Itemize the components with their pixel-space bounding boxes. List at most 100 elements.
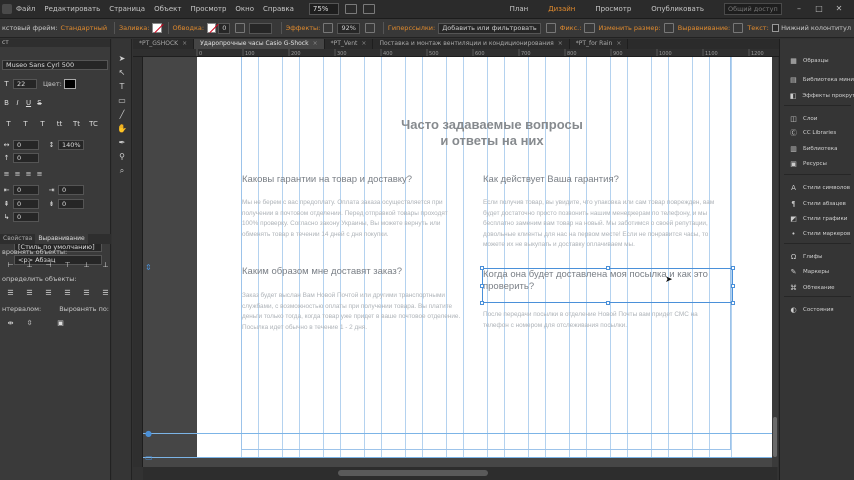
- link-icon[interactable]: [545, 23, 556, 33]
- answer-3-text[interactable]: Заказ будет выслан Вам Новой Почтой или …: [242, 291, 470, 333]
- scroll-thumb[interactable]: [773, 417, 777, 457]
- question-2-title[interactable]: Как действует Ваша гарантия?: [483, 174, 723, 186]
- horizontal-guide[interactable]: [143, 433, 777, 434]
- share-field[interactable]: Общий доступ: [724, 3, 782, 15]
- view-mode-icon[interactable]: [344, 4, 357, 14]
- italic-icon[interactable]: I: [13, 99, 22, 108]
- panel-graphic-style[interactable]: ◩ Стили графики: [780, 213, 854, 225]
- section-marker-icon[interactable]: ⇕: [145, 263, 152, 272]
- hyperlinks-select[interactable]: Добавить или фильтровать: [438, 22, 541, 34]
- resize-label[interactable]: Изменить размер:: [599, 24, 661, 32]
- panel-assets[interactable]: ▣ Ресурсы: [780, 158, 854, 170]
- panel-char-style[interactable]: A Стили символов: [780, 182, 854, 194]
- panel-markers[interactable]: ✎ Маркеры: [780, 266, 854, 278]
- tracking-field[interactable]: 0: [13, 140, 39, 150]
- dist-5-icon[interactable]: ☰: [82, 289, 91, 298]
- horizontal-guide[interactable]: [143, 457, 777, 458]
- answer-4-text[interactable]: После передачи посылки в отделение Новой…: [483, 310, 707, 331]
- resize-handle[interactable]: [480, 266, 484, 270]
- zoom-tool-icon[interactable]: ⌕: [116, 166, 128, 176]
- line-tool-icon[interactable]: ╱: [116, 110, 128, 120]
- stroke-width-field[interactable]: 0: [218, 22, 231, 34]
- direct-select-tool-icon[interactable]: ↖: [116, 68, 128, 78]
- align-icon[interactable]: [733, 23, 744, 33]
- fix-icon[interactable]: [584, 23, 595, 33]
- doc-tab[interactable]: *PT_Vent ×: [325, 39, 374, 49]
- dist-1-icon[interactable]: ☰: [6, 289, 15, 298]
- panel-cc[interactable]: Ⓒ CC Libraries: [780, 127, 854, 139]
- interval-v-icon[interactable]: ⇳: [25, 319, 34, 328]
- close-tab-icon[interactable]: ×: [313, 40, 318, 47]
- panel-glyphs[interactable]: Ω Глифы: [780, 251, 854, 263]
- close-tab-icon[interactable]: ×: [182, 40, 187, 47]
- menu-help[interactable]: Справка: [263, 5, 294, 13]
- text-frame-style[interactable]: Стандартный: [61, 24, 108, 32]
- panel-state[interactable]: ◐ Состояния: [780, 304, 854, 316]
- text-label[interactable]: Текст:: [747, 24, 768, 32]
- resize-icon[interactable]: [663, 23, 674, 33]
- close-tab-icon[interactable]: ×: [616, 40, 621, 47]
- align-center-icon[interactable]: ≡: [13, 170, 22, 179]
- eyedropper-tool-icon[interactable]: ⚲: [116, 152, 128, 162]
- align-right-icon[interactable]: ≡: [24, 170, 33, 179]
- workspace-publish[interactable]: Опубликовать: [651, 5, 704, 13]
- dist-3-icon[interactable]: ☰: [44, 289, 53, 298]
- panel-scroll[interactable]: ◧ Эффекты прокрутк: [780, 90, 854, 102]
- scroll-thumb[interactable]: [338, 470, 488, 476]
- font-family-select[interactable]: Museo Sans Cyrl 500: [2, 60, 108, 70]
- stroke-swatch[interactable]: [207, 23, 217, 33]
- menu-file[interactable]: Файл: [16, 5, 35, 13]
- case-normal-icon[interactable]: T: [4, 120, 13, 129]
- resize-handle[interactable]: [731, 301, 735, 305]
- case-cap-icon[interactable]: Tt: [72, 120, 81, 129]
- align-obj-left-icon[interactable]: ⊢: [6, 261, 15, 270]
- tab-properties[interactable]: Свойства: [0, 234, 35, 244]
- menu-object[interactable]: Объект: [154, 5, 181, 13]
- minimize-icon[interactable]: –: [794, 4, 804, 14]
- menu-page[interactable]: Страница: [109, 5, 145, 13]
- first-line-field[interactable]: 0: [13, 212, 39, 222]
- answer-1-text[interactable]: Мы не берем с вас предоплату. Оплата зак…: [242, 198, 464, 240]
- dist-2-icon[interactable]: ☰: [25, 289, 34, 298]
- indent-left-field[interactable]: 0: [13, 185, 39, 195]
- leading-field[interactable]: 140%: [58, 140, 84, 150]
- align-obj-top-icon[interactable]: ⊤: [63, 261, 72, 270]
- align-obj-center-icon[interactable]: ⊥: [25, 261, 34, 270]
- panel-pages[interactable]: ▦ Образцы: [780, 55, 854, 67]
- case-smallcaps-icon[interactable]: TC: [89, 120, 98, 129]
- align-left-icon[interactable]: ≡: [2, 170, 11, 179]
- tab-alignment[interactable]: Выравнивание: [35, 234, 88, 244]
- zoom-select[interactable]: 75%: [308, 3, 339, 15]
- selection-tool-icon[interactable]: ➤: [116, 54, 128, 64]
- workspace-preview[interactable]: Просмотр: [595, 5, 631, 13]
- close-tab-icon[interactable]: ×: [361, 40, 366, 47]
- fix-label[interactable]: Фикс.:: [560, 24, 582, 32]
- dist-6-icon[interactable]: ☰: [101, 289, 110, 298]
- close-icon[interactable]: ✕: [834, 4, 844, 14]
- align-obj-bottom-icon[interactable]: ⊥: [101, 261, 110, 270]
- vertical-scrollbar[interactable]: [772, 57, 778, 467]
- design-canvas[interactable]: Часто задаваемые вопросы и ответы на них…: [143, 57, 777, 467]
- justify-icon[interactable]: ≡: [35, 170, 44, 179]
- menu-edit[interactable]: Редактировать: [44, 5, 100, 13]
- panel-library[interactable]: ▤ Библиотека мини-: [780, 74, 854, 86]
- dist-4-icon[interactable]: ☰: [63, 289, 72, 298]
- indent-right-field[interactable]: 0: [58, 185, 84, 195]
- resize-handle[interactable]: [480, 284, 484, 288]
- case-lower-icon[interactable]: tt: [55, 120, 64, 129]
- panel-wrap[interactable]: ⌘ Обтекание: [780, 282, 854, 294]
- doc-tab[interactable]: *PT_for Rain ×: [570, 39, 629, 49]
- fill-label[interactable]: Заливка:: [119, 24, 149, 32]
- question-3-title[interactable]: Каким образом мне доставят заказ?: [242, 266, 462, 278]
- resize-handle[interactable]: [606, 266, 610, 270]
- horizontal-scrollbar[interactable]: [143, 467, 777, 480]
- opacity-field[interactable]: 92%: [337, 22, 360, 34]
- workspace-design[interactable]: Дизайн: [548, 5, 575, 13]
- effects-icon[interactable]: [364, 23, 375, 33]
- close-tab-icon[interactable]: ×: [558, 40, 563, 47]
- footer-checkbox[interactable]: [771, 24, 780, 32]
- hyperlinks-label[interactable]: Гиперссылки:: [388, 24, 435, 32]
- doc-tab-active[interactable]: Ударопрочные часы Casio G-Shock ×: [194, 39, 325, 49]
- guide-marker-icon[interactable]: ▭: [145, 453, 153, 462]
- underline-icon[interactable]: U: [24, 99, 33, 108]
